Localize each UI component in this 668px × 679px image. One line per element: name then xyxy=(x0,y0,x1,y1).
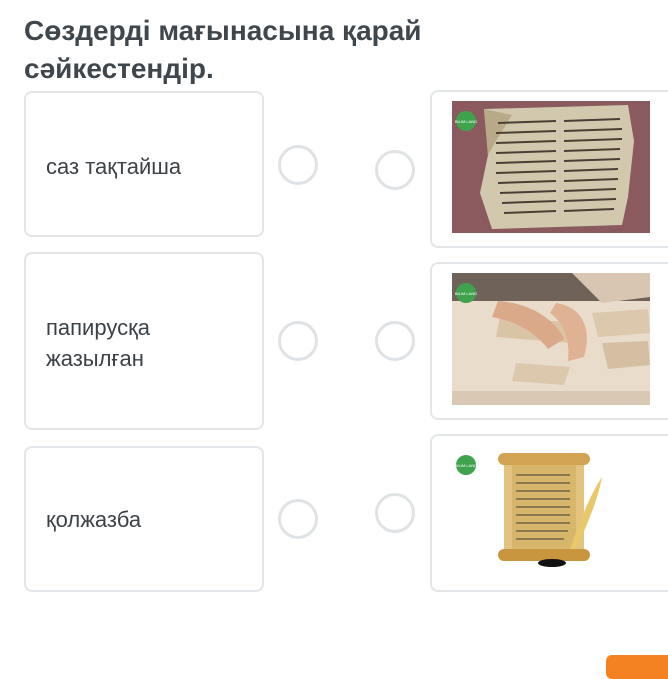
image-card-2[interactable]: BILIM LAND xyxy=(430,262,668,420)
image-card-1[interactable]: BILIM LAND xyxy=(430,90,668,248)
word-card-1[interactable]: саз тақтайша xyxy=(24,91,264,237)
manuscript-image: BILIM LAND xyxy=(452,101,650,233)
word-card-3[interactable]: қолжазба xyxy=(24,446,264,592)
scroll-illustration: BILIM LAND xyxy=(452,445,650,577)
scroll-image: BILIM LAND xyxy=(452,445,650,577)
word-label: қолжазба xyxy=(46,507,142,532)
word-connector-radio[interactable] xyxy=(278,145,318,185)
image-card-3[interactable]: BILIM LAND xyxy=(430,434,668,592)
word-label: папирусқа жазылған xyxy=(46,315,150,371)
word-connector-radio[interactable] xyxy=(278,499,318,539)
clay-tablet-illustration: BILIM LAND xyxy=(452,273,650,405)
question-title: Сөздерді мағынасына қарай сәйкестендір. xyxy=(24,15,422,84)
word-card-2[interactable]: папирусқа жазылған xyxy=(24,252,264,430)
image-connector-radio[interactable] xyxy=(375,150,415,190)
word-label: саз тақтайша xyxy=(46,154,182,179)
bilimland-badge: BILIM LAND xyxy=(455,463,477,468)
word-connector-radio[interactable] xyxy=(278,321,318,361)
bilimland-badge: BILIM LAND xyxy=(455,119,477,124)
image-connector-radio[interactable] xyxy=(375,321,415,361)
clay-tablet-image: BILIM LAND xyxy=(452,273,650,405)
next-button[interactable] xyxy=(606,655,668,679)
manuscript-illustration: BILIM LAND xyxy=(452,101,650,233)
bilimland-badge: BILIM LAND xyxy=(455,291,477,296)
image-connector-radio[interactable] xyxy=(375,493,415,533)
